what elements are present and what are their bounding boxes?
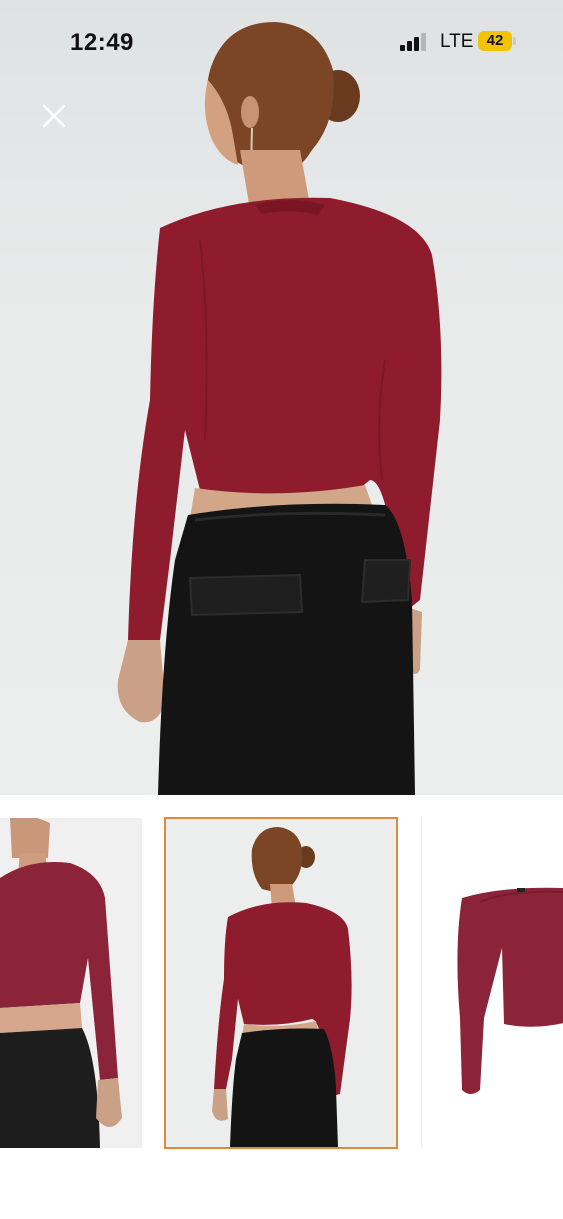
status-bar: 12:49 LTE 42	[0, 0, 563, 84]
cellular-signal-icon	[400, 33, 426, 51]
network-type: LTE	[440, 31, 474, 52]
main-product-image[interactable]: 12:49 LTE 42	[0, 0, 563, 795]
battery-indicator: 42	[478, 31, 516, 51]
thumbnail-front-view[interactable]	[0, 818, 142, 1148]
model-back-photo	[117, 22, 442, 795]
thumbnail-back-image	[166, 819, 396, 1147]
thumbnail-strip	[0, 817, 563, 1150]
status-time: 12:49	[70, 29, 134, 56]
thumbnail-flat-image	[422, 818, 563, 1148]
close-button[interactable]	[38, 100, 70, 132]
thumbnail-front-image	[0, 818, 142, 1148]
thumbnail-back-view[interactable]	[164, 817, 398, 1149]
thumbnail-product-flat[interactable]	[421, 818, 563, 1148]
close-icon	[42, 104, 66, 128]
